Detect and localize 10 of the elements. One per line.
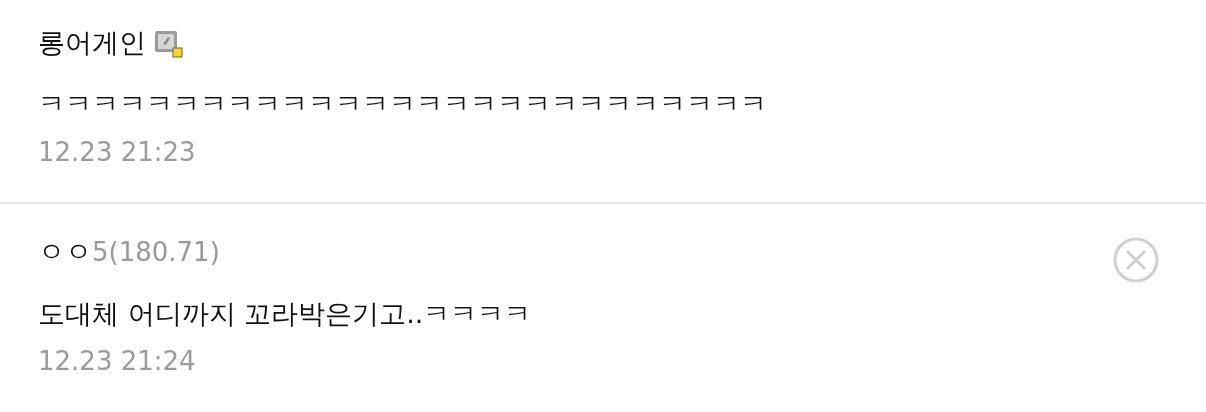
comment-text: ㅋㅋㅋㅋㅋㅋㅋㅋㅋㅋㅋㅋㅋㅋㅋㅋㅋㅋㅋㅋㅋㅋㅋㅋㅋㅋㅋ	[38, 87, 768, 121]
member-badge-icon	[154, 28, 184, 58]
comment-text: 도대체 어디까지 꼬라박은기고..ㅋㅋㅋㅋ	[38, 296, 533, 331]
comment-date: 12.23 21:24	[38, 345, 197, 378]
author-name: 롱어게인	[38, 25, 146, 60]
comment-date: 12.23 21:23	[38, 135, 197, 169]
delete-button[interactable]	[1112, 235, 1160, 284]
close-icon	[1112, 235, 1160, 284]
author-name: ㅇㅇ	[38, 235, 92, 270]
ip-address: 5(180.71)	[92, 236, 220, 269]
